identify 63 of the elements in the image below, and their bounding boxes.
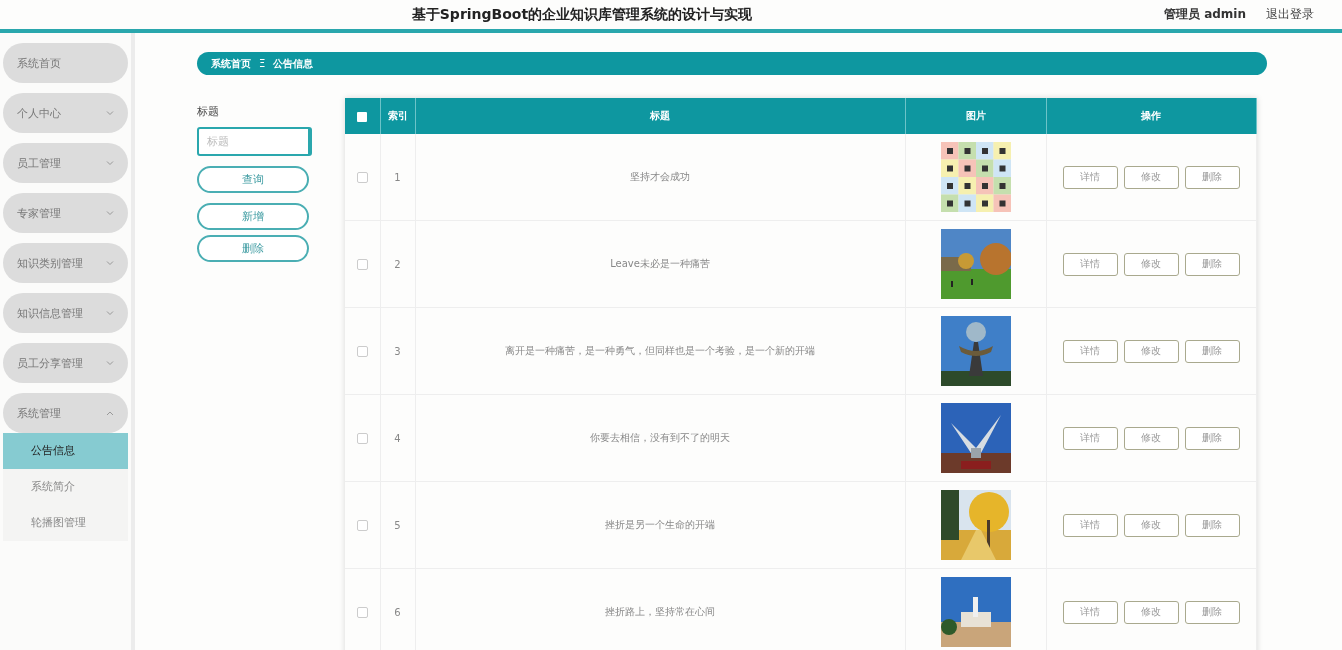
details-button[interactable]: 详情 <box>1062 165 1118 189</box>
row-checkbox[interactable] <box>356 171 368 183</box>
details-button[interactable]: 详情 <box>1062 513 1118 537</box>
logout-link[interactable]: 退出登录 <box>1266 6 1314 23</box>
submenu-item[interactable]: 系统简介 <box>3 469 128 505</box>
index-cell: 5 <box>394 519 401 531</box>
breadcrumb-link[interactable]: 系统首页 <box>211 56 251 71</box>
delete-button[interactable]: 删除 <box>1184 252 1240 276</box>
title-cell: 坚持才会成功 <box>630 171 690 182</box>
index-cell: 2 <box>394 258 401 270</box>
app-title: 基于SpringBoot的企业知识库管理系统的设计与实现 <box>410 5 754 24</box>
edit-button[interactable]: 修改 <box>1123 165 1179 189</box>
menu-item[interactable]: 系统首页 <box>3 43 128 83</box>
index-cell: 3 <box>394 345 401 357</box>
column-header: 操作 <box>1141 110 1162 121</box>
menu-item[interactable]: 知识类别管理 <box>3 243 128 283</box>
add-button[interactable]: 新增 <box>197 203 309 230</box>
title-cell: 挫折是另一个生命的开端 <box>605 519 715 530</box>
submenu-item[interactable]: 轮播图管理 <box>3 505 128 541</box>
edit-button[interactable]: 修改 <box>1123 252 1179 276</box>
row-checkbox[interactable] <box>356 606 368 618</box>
menu-item[interactable]: 员工分享管理 <box>3 343 128 383</box>
menu-item[interactable]: 员工管理 <box>3 143 128 183</box>
details-button[interactable]: 详情 <box>1062 426 1118 450</box>
title-cell: 你要去相信，没有到不了的明天 <box>590 432 730 443</box>
row-checkbox[interactable] <box>356 258 368 270</box>
details-button[interactable]: 详情 <box>1062 339 1118 363</box>
user-name: 管理员 admin <box>1163 6 1246 23</box>
edit-button[interactable]: 修改 <box>1123 600 1179 624</box>
field-label: 标题 <box>197 104 220 119</box>
row-checkbox[interactable] <box>356 345 368 357</box>
title-cell: 离开是一种痛苦，是一种勇气，但同样也是一个考验，是一个新的开端 <box>505 345 815 356</box>
delete-button[interactable]: 删除 <box>1184 339 1240 363</box>
index-cell: 1 <box>394 171 401 183</box>
index-cell: 6 <box>394 606 401 618</box>
details-button[interactable]: 详情 <box>1062 252 1118 276</box>
delete-button[interactable]: 删除 <box>1184 426 1240 450</box>
edit-button[interactable]: 修改 <box>1123 426 1179 450</box>
delete-button[interactable]: 删除 <box>1184 513 1240 537</box>
index-cell: 4 <box>394 432 401 444</box>
title-search-field[interactable]: 标题 <box>197 127 312 156</box>
row-checkbox[interactable] <box>356 432 368 444</box>
menu-item[interactable]: 知识信息管理 <box>3 293 128 333</box>
edit-button[interactable]: 修改 <box>1123 513 1179 537</box>
edit-button[interactable]: 修改 <box>1123 339 1179 363</box>
menu-item[interactable]: 系统管理 <box>3 393 128 433</box>
delete-button[interactable]: 删除 <box>1184 600 1240 624</box>
breadcrumb-link[interactable]: 公告信息 <box>273 56 314 71</box>
column-header: 索引 <box>387 110 408 121</box>
title-cell: Leave未必是一种痛苦 <box>610 258 710 269</box>
submenu-item[interactable]: 公告信息 <box>3 433 128 469</box>
title-cell: 挫折路上，坚持常在心间 <box>605 606 715 617</box>
search-button[interactable]: 查询 <box>197 166 309 193</box>
menu-item[interactable]: 个人中心 <box>3 93 128 133</box>
separator-icon: Ξ <box>259 58 266 69</box>
column-header: 图片 <box>965 110 986 121</box>
row-checkbox[interactable] <box>356 519 368 531</box>
delete-button[interactable]: 删除 <box>1184 165 1240 189</box>
column-header: 标题 <box>650 110 670 121</box>
select-all-checkbox[interactable] <box>357 111 368 122</box>
menu-item[interactable]: 专家管理 <box>3 193 128 233</box>
delete-button[interactable]: 删除 <box>197 235 309 262</box>
details-button[interactable]: 详情 <box>1062 600 1118 624</box>
